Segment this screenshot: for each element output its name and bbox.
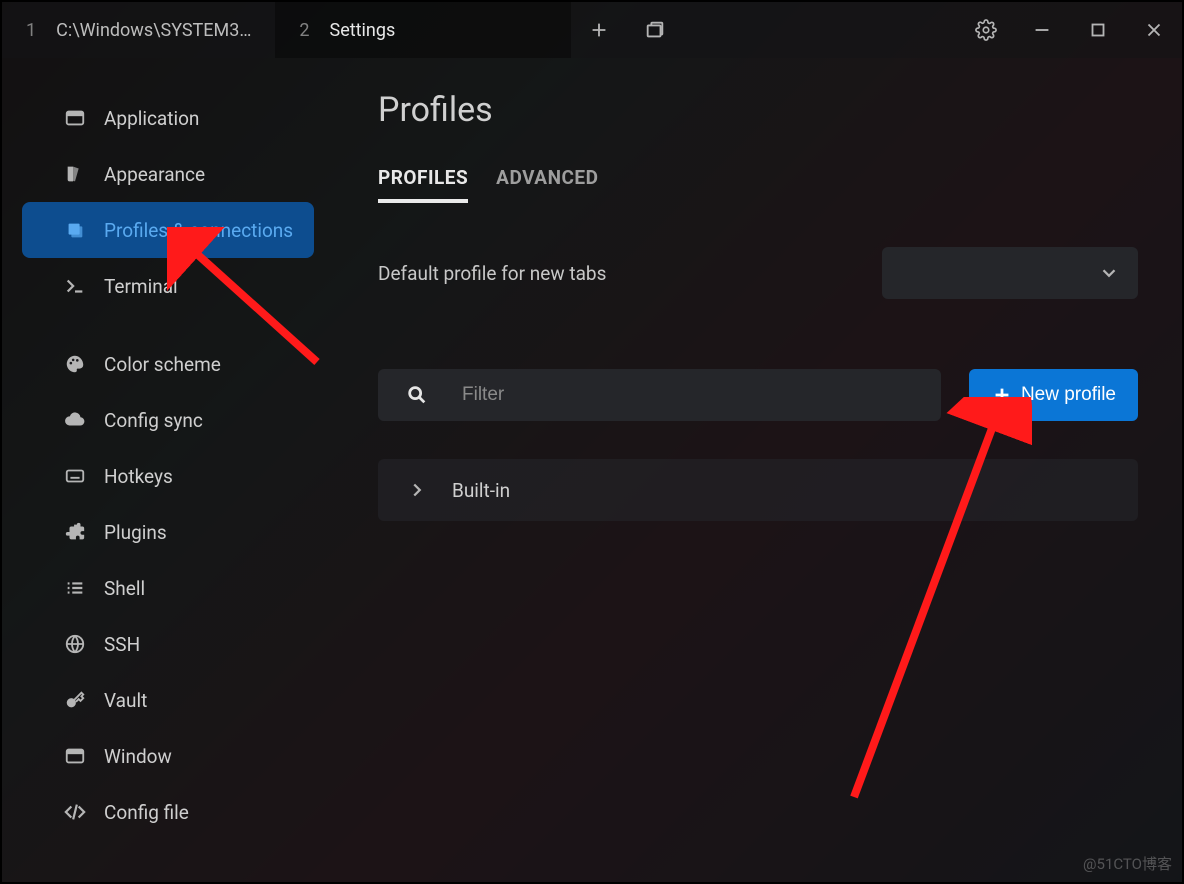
default-profile-select[interactable] <box>882 247 1138 299</box>
profiles-filter-row: New profile <box>378 369 1138 421</box>
sidebar-item-color-scheme[interactable]: Color scheme <box>22 336 314 392</box>
key-icon <box>64 689 86 711</box>
search-icon <box>406 384 428 406</box>
close-icon <box>1143 19 1165 41</box>
puzzle-icon <box>64 521 86 543</box>
plus-icon <box>588 19 610 41</box>
subtab-advanced[interactable]: ADVANCED <box>496 166 598 203</box>
page-title: Profiles <box>378 90 1138 130</box>
minimize-button[interactable] <box>1014 2 1070 58</box>
filter-box[interactable] <box>378 369 941 421</box>
sidebar-item-label: Plugins <box>104 521 167 544</box>
sidebar-item-label: Config file <box>104 801 189 824</box>
window-controls <box>958 2 1182 58</box>
tab-index: 1 <box>26 20 36 41</box>
sidebar-item-label: Config sync <box>104 409 203 432</box>
sidebar-item-profiles-connections[interactable]: Profiles & connections <box>22 202 314 258</box>
sidebar-item-label: Profiles & connections <box>104 219 293 242</box>
sidebar-item-config-file[interactable]: Config file <box>22 784 314 840</box>
sidebar-item-ssh[interactable]: SSH <box>22 616 314 672</box>
close-button[interactable] <box>1126 2 1182 58</box>
stack-icon <box>64 219 86 241</box>
palette-icon <box>64 353 86 375</box>
cloud-icon <box>64 409 86 431</box>
sidebar-item-terminal[interactable]: Terminal <box>22 258 314 314</box>
sidebar-item-label: Vault <box>104 689 147 712</box>
maximize-button[interactable] <box>1070 2 1126 58</box>
tab-terminal-1[interactable]: 1 C:\Windows\SYSTEM3… <box>2 2 275 58</box>
tab-index: 2 <box>299 20 309 41</box>
titlebar: 1 C:\Windows\SYSTEM3… 2 Settings <box>2 2 1182 58</box>
sidebar-item-config-sync[interactable]: Config sync <box>22 392 314 448</box>
sidebar-item-window[interactable]: Window <box>22 728 314 784</box>
list-icon <box>64 577 86 599</box>
tab-settings[interactable]: 2 Settings <box>275 2 571 58</box>
app-frame: 1 C:\Windows\SYSTEM3… 2 Settings <box>2 2 1182 882</box>
watermark: @51CTO博客 <box>1083 853 1172 874</box>
chevron-right-icon <box>406 479 428 501</box>
keyboard-icon <box>64 465 86 487</box>
window-icon <box>64 107 86 129</box>
sidebar-item-label: Terminal <box>104 275 178 298</box>
filter-input[interactable] <box>462 384 913 406</box>
profile-group-builtin[interactable]: Built-in <box>378 459 1138 521</box>
terminal-icon <box>64 275 86 297</box>
sidebar-item-label: Hotkeys <box>104 465 173 488</box>
sidebar-item-label: SSH <box>104 633 140 656</box>
windows-icon <box>644 19 666 41</box>
maximize-icon <box>1087 19 1109 41</box>
tab-label: C:\Windows\SYSTEM3… <box>56 20 251 41</box>
restore-button[interactable] <box>627 2 683 58</box>
globe-icon <box>64 633 86 655</box>
settings-sidebar: Application Appearance Profiles & connec… <box>2 58 334 882</box>
window-icon <box>64 745 86 767</box>
sidebar-item-appearance[interactable]: Appearance <box>22 146 314 202</box>
profiles-subtabs: PROFILES ADVANCED <box>378 166 1138 203</box>
settings-main: Profiles PROFILES ADVANCED Default profi… <box>334 58 1182 882</box>
sidebar-item-label: Shell <box>104 577 145 600</box>
profile-group-label: Built-in <box>452 479 510 502</box>
sidebar-item-label: Appearance <box>104 163 205 186</box>
default-profile-label: Default profile for new tabs <box>378 262 882 285</box>
sidebar-item-vault[interactable]: Vault <box>22 672 314 728</box>
code-icon <box>64 801 86 823</box>
sidebar-item-label: Window <box>104 745 172 768</box>
minimize-icon <box>1031 19 1053 41</box>
sidebar-item-plugins[interactable]: Plugins <box>22 504 314 560</box>
tab-label: Settings <box>330 20 396 41</box>
sidebar-item-application[interactable]: Application <box>22 90 314 146</box>
new-profile-button[interactable]: New profile <box>969 369 1138 421</box>
sidebar-item-label: Application <box>104 107 199 130</box>
default-profile-row: Default profile for new tabs <box>378 247 1138 299</box>
sidebar-item-label: Color scheme <box>104 353 221 376</box>
sidebar-item-shell[interactable]: Shell <box>22 560 314 616</box>
new-profile-label: New profile <box>1021 384 1116 406</box>
settings-gear-button[interactable] <box>958 2 1014 58</box>
subtab-profiles[interactable]: PROFILES <box>378 166 468 203</box>
gear-icon <box>975 19 997 41</box>
sidebar-item-hotkeys[interactable]: Hotkeys <box>22 448 314 504</box>
chevron-down-icon <box>1098 262 1120 284</box>
swatch-icon <box>64 163 86 185</box>
plus-icon <box>991 384 1013 406</box>
new-tab-button[interactable] <box>571 2 627 58</box>
